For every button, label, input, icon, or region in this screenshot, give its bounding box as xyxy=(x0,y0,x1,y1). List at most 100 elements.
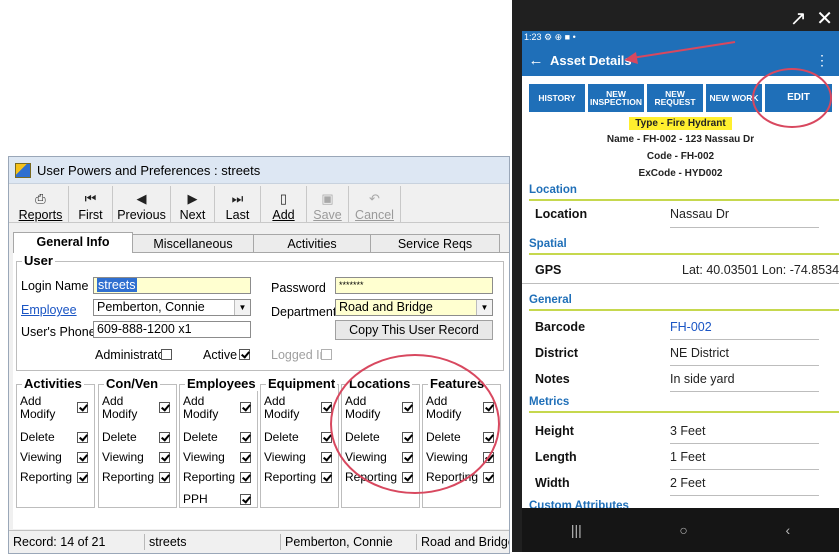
employee-value: Pemberton, Connie xyxy=(97,300,205,314)
last-button[interactable]: ⏭ Last xyxy=(215,186,261,222)
active-label: Active xyxy=(203,348,238,362)
perm-viewing-label: Viewing xyxy=(426,450,468,464)
home-icon[interactable]: ○ xyxy=(679,522,687,538)
perm-delete-checkbox[interactable] xyxy=(240,432,251,443)
edit-button[interactable]: EDIT xyxy=(765,84,832,112)
history-button[interactable]: HISTORY xyxy=(529,84,585,112)
perm-viewing-checkbox[interactable] xyxy=(483,452,494,463)
last-record-icon: ⏭ xyxy=(231,191,244,206)
perm-delete-label: Delete xyxy=(183,430,218,444)
perm-reporting-checkbox[interactable] xyxy=(77,472,88,483)
status-login: streets xyxy=(145,534,281,550)
perm-add-checkbox[interactable] xyxy=(402,402,413,413)
row-divider xyxy=(670,495,819,496)
perm-pph-checkbox[interactable] xyxy=(240,494,251,505)
perm-add-label: Add Modify xyxy=(264,394,300,421)
perm-add-label: Add Modify xyxy=(426,394,462,421)
chevron-down-icon[interactable]: ▼ xyxy=(476,300,492,315)
previous-button[interactable]: ◀ Previous xyxy=(113,186,171,222)
save-button: ▣ Save xyxy=(307,186,349,222)
window-titlebar: User Powers and Preferences : streets xyxy=(9,157,509,184)
tab-general-info[interactable]: General Info xyxy=(13,232,133,253)
gps-label: GPS xyxy=(535,263,562,277)
perm-add-label: Add Modify xyxy=(102,394,138,421)
more-vert-icon[interactable]: ⋮ xyxy=(815,52,829,69)
row-divider xyxy=(670,339,819,340)
notes-label: Notes xyxy=(535,372,570,386)
perm-delete-checkbox[interactable] xyxy=(402,432,413,443)
perm-reporting-checkbox[interactable] xyxy=(240,472,251,483)
window-title: User Powers and Preferences : streets xyxy=(37,162,261,178)
perm-reporting-checkbox[interactable] xyxy=(321,472,332,483)
employee-select[interactable]: Pemberton, Connie ▼ xyxy=(93,299,251,316)
perm-reporting-checkbox[interactable] xyxy=(483,472,494,483)
save-icon: ▣ xyxy=(321,191,334,206)
new-work-button[interactable]: NEW WORK xyxy=(706,84,762,112)
copy-user-record-button[interactable]: Copy This User Record xyxy=(335,320,493,340)
barcode-link[interactable]: FH-002 xyxy=(670,320,712,334)
status-bar: Record: 14 of 21 streets Pemberton, Conn… xyxy=(9,530,509,553)
printer-icon: ⎙ xyxy=(35,191,46,206)
perm-delete-checkbox[interactable] xyxy=(321,432,332,443)
nav-back-icon[interactable]: ‹ xyxy=(785,522,790,538)
perm-viewing-checkbox[interactable] xyxy=(240,452,251,463)
phone-field[interactable]: 609-888-1200 x1 xyxy=(93,321,251,338)
logged-in-checkbox xyxy=(321,349,332,360)
chevron-down-icon[interactable]: ▼ xyxy=(234,300,250,315)
add-button[interactable]: ▯ Add xyxy=(261,186,307,222)
perm-group-title: Employees xyxy=(185,376,258,391)
app-icon xyxy=(15,162,31,178)
perm-group-title: Activities xyxy=(22,376,84,391)
new-request-button[interactable]: NEW REQUEST xyxy=(647,84,703,112)
perm-reporting-checkbox[interactable] xyxy=(402,472,413,483)
perm-reporting-label: Reporting xyxy=(183,470,236,484)
perm-reporting-checkbox[interactable] xyxy=(159,472,170,483)
perm-add-label: Add Modify xyxy=(345,394,381,421)
department-label: Department xyxy=(271,305,337,319)
perm-add-checkbox[interactable] xyxy=(321,402,332,413)
perm-delete-checkbox[interactable] xyxy=(159,432,170,443)
next-button[interactable]: ▶ Next xyxy=(171,186,215,222)
gps-value: Lat: 40.03501 Lon: -74.85346 xyxy=(682,263,839,277)
location-value: Nassau Dr xyxy=(670,207,730,221)
perm-viewing-checkbox[interactable] xyxy=(159,452,170,463)
first-record-icon: ⏮ xyxy=(84,191,97,206)
perm-group-title: Con/Ven xyxy=(104,376,161,391)
perm-delete-label: Delete xyxy=(264,430,299,444)
first-button[interactable]: ⏮ First xyxy=(69,186,113,222)
new-inspection-button[interactable]: NEW INSPECTION xyxy=(588,84,644,112)
popout-icon[interactable]: ↗ xyxy=(790,8,807,30)
employee-link[interactable]: Employee xyxy=(21,303,77,317)
recents-icon[interactable]: ||| xyxy=(571,522,582,538)
reports-button[interactable]: ⎙ Reports xyxy=(13,186,69,222)
perm-viewing-checkbox[interactable] xyxy=(77,452,88,463)
section-metrics: Metrics xyxy=(529,396,570,408)
perm-viewing-checkbox[interactable] xyxy=(402,452,413,463)
administrator-checkbox[interactable] xyxy=(161,349,172,360)
active-checkbox[interactable] xyxy=(239,349,250,360)
perm-viewing-label: Viewing xyxy=(264,450,306,464)
reports-label: Reports xyxy=(18,208,63,222)
perm-delete-checkbox[interactable] xyxy=(483,432,494,443)
perm-viewing-checkbox[interactable] xyxy=(321,452,332,463)
undo-icon: ↶ xyxy=(369,191,380,206)
perm-add-checkbox[interactable] xyxy=(483,402,494,413)
row-divider xyxy=(670,443,819,444)
section-general: General xyxy=(529,294,572,306)
tab-activities[interactable]: Activities xyxy=(253,234,371,253)
previous-label: Previous xyxy=(117,208,166,222)
department-select[interactable]: Road and Bridge ▼ xyxy=(335,299,493,316)
location-label: Location xyxy=(535,207,588,221)
back-arrow-icon[interactable]: ← xyxy=(522,52,550,69)
login-name-field[interactable]: streets xyxy=(93,277,251,294)
tab-service-reqs[interactable]: Service Reqs xyxy=(370,234,500,253)
status-record: Record: 14 of 21 xyxy=(9,534,145,550)
close-icon[interactable]: ✕ xyxy=(816,8,833,30)
tab-miscellaneous[interactable]: Miscellaneous xyxy=(132,234,254,253)
perm-delete-checkbox[interactable] xyxy=(77,432,88,443)
district-label: District xyxy=(535,346,579,360)
perm-add-checkbox[interactable] xyxy=(77,402,88,413)
perm-add-checkbox[interactable] xyxy=(159,402,170,413)
password-field[interactable]: ******* xyxy=(335,277,493,294)
perm-add-checkbox[interactable] xyxy=(240,402,251,413)
